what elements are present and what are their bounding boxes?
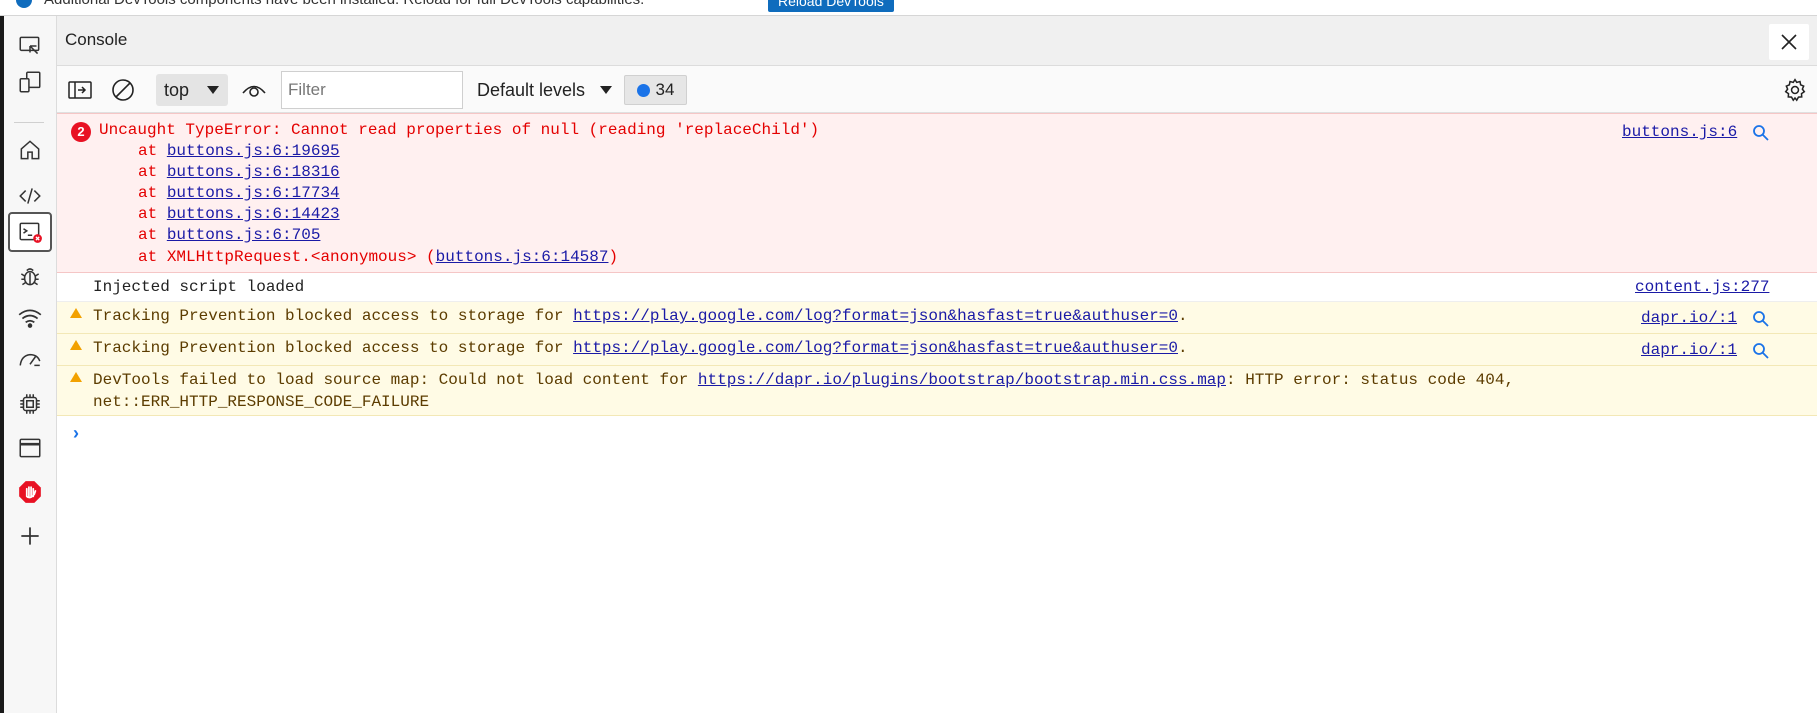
network-icon[interactable] [8,298,52,338]
close-button[interactable] [1769,24,1809,60]
log-levels-dropdown[interactable]: Default levels [477,74,613,106]
warning-text: Tracking Prevention blocked access to st… [93,307,1188,325]
device-emulation-icon[interactable] [8,62,52,102]
warning-icon [70,340,82,350]
application-icon[interactable] [8,428,52,468]
close-icon [1781,34,1797,50]
error-count-badge: 2 [71,122,91,142]
error-source-link[interactable]: buttons.js:6 [1622,123,1737,141]
console-messages: 2 Uncaught TypeError: Cannot read proper… [57,113,1817,713]
chevron-down-icon [207,86,219,94]
chevron-down-icon [600,86,612,94]
clear-console-button[interactable] [109,74,137,106]
warning-text: Tracking Prevention blocked access to st… [93,339,1188,357]
stack-frame: at buttons.js:6:18316 [138,163,340,181]
warning-url-link[interactable]: https://play.google.com/log?format=json&… [573,339,1178,357]
devtools-infobar: Additional DevTools components have been… [0,0,1817,16]
console-settings-button[interactable] [1779,74,1811,106]
console-prompt[interactable]: › [73,423,79,444]
search-icon[interactable] [1752,310,1770,328]
activity-bar [0,16,57,713]
stack-frame: at buttons.js:6:705 [138,226,321,244]
stack-frame: at buttons.js:6:19695 [138,142,340,160]
warning-message: DevTools failed to load source map: Coul… [57,366,1817,416]
console-header: Console [57,16,1817,66]
eye-icon [242,85,266,97]
issues-icon [636,83,650,97]
warning-message: Tracking Prevention blocked access to st… [57,334,1817,366]
console-icon[interactable] [8,212,52,252]
stack-frame-link[interactable]: buttons.js:6:14587 [436,248,609,266]
stack-frame-link[interactable]: buttons.js:6:14423 [167,205,340,223]
stack-frame-link[interactable]: buttons.js:6:705 [167,226,321,244]
stack-frame: at XMLHttpRequest.<anonymous> (buttons.j… [138,248,619,266]
warning-message: Tracking Prevention blocked access to st… [57,302,1817,334]
panel-title: Console [65,30,128,49]
gear-icon [1784,78,1806,102]
log-levels-label: Default levels [477,79,586,100]
warning-text: DevTools failed to load source map: Coul… [93,371,1515,389]
activity-divider [14,122,44,123]
more-tools-plus-icon[interactable] [8,516,52,556]
info-text: Injected script loaded [93,278,305,296]
stack-frame: at buttons.js:6:17734 [138,184,340,202]
infobar-text: Additional DevTools components have been… [44,0,644,8]
home-icon[interactable] [8,130,52,170]
warning-source-link[interactable]: dapr.io/:1 [1641,309,1737,327]
warning-icon [70,308,82,318]
warning-source-link[interactable]: dapr.io/:1 [1641,341,1737,359]
sources-bug-icon[interactable] [8,256,52,296]
issues-counter-button[interactable]: 34 [624,75,687,105]
memory-icon[interactable] [8,384,52,424]
source-map-url-link[interactable]: https://dapr.io/plugins/bootstrap/bootst… [698,371,1226,389]
warning-text-continued: net::ERR_HTTP_RESPONSE_CODE_FAILURE [93,393,430,411]
reload-devtools-button[interactable]: Reload DevTools [768,0,894,12]
stack-frame-link[interactable]: buttons.js:6:18316 [167,163,340,181]
stack-frame: at buttons.js:6:14423 [138,205,340,223]
stack-frame-link[interactable]: buttons.js:6:17734 [167,184,340,202]
warning-url-link[interactable]: https://play.google.com/log?format=json&… [573,307,1178,325]
show-sidebar-button[interactable] [65,74,95,106]
info-icon [16,0,32,8]
filter-input[interactable] [281,71,463,109]
window-edge [0,16,4,713]
error-text: Uncaught TypeError: Cannot read properti… [99,121,820,139]
info-source-link[interactable]: content.js:277 [1635,278,1769,296]
error-message: 2 Uncaught TypeError: Cannot read proper… [57,113,1817,273]
performance-icon[interactable] [8,340,52,380]
adblock-icon[interactable] [8,472,52,512]
info-message: Injected script loaded content.js:277 [57,273,1817,302]
console-toolbar: top Default levels 34 [57,66,1817,113]
inspect-icon[interactable] [8,26,52,66]
search-icon[interactable] [1752,342,1770,360]
warning-icon [70,372,82,382]
context-selector[interactable]: top [156,74,228,106]
stack-frame-link[interactable]: buttons.js:6:19695 [167,142,340,160]
search-icon[interactable] [1752,124,1770,142]
sidebar-toggle-icon [68,81,92,99]
clear-console-icon [112,79,134,101]
live-expression-button[interactable] [239,74,269,106]
elements-icon[interactable] [8,176,52,216]
issues-count: 34 [655,80,675,99]
context-value: top [164,79,190,100]
